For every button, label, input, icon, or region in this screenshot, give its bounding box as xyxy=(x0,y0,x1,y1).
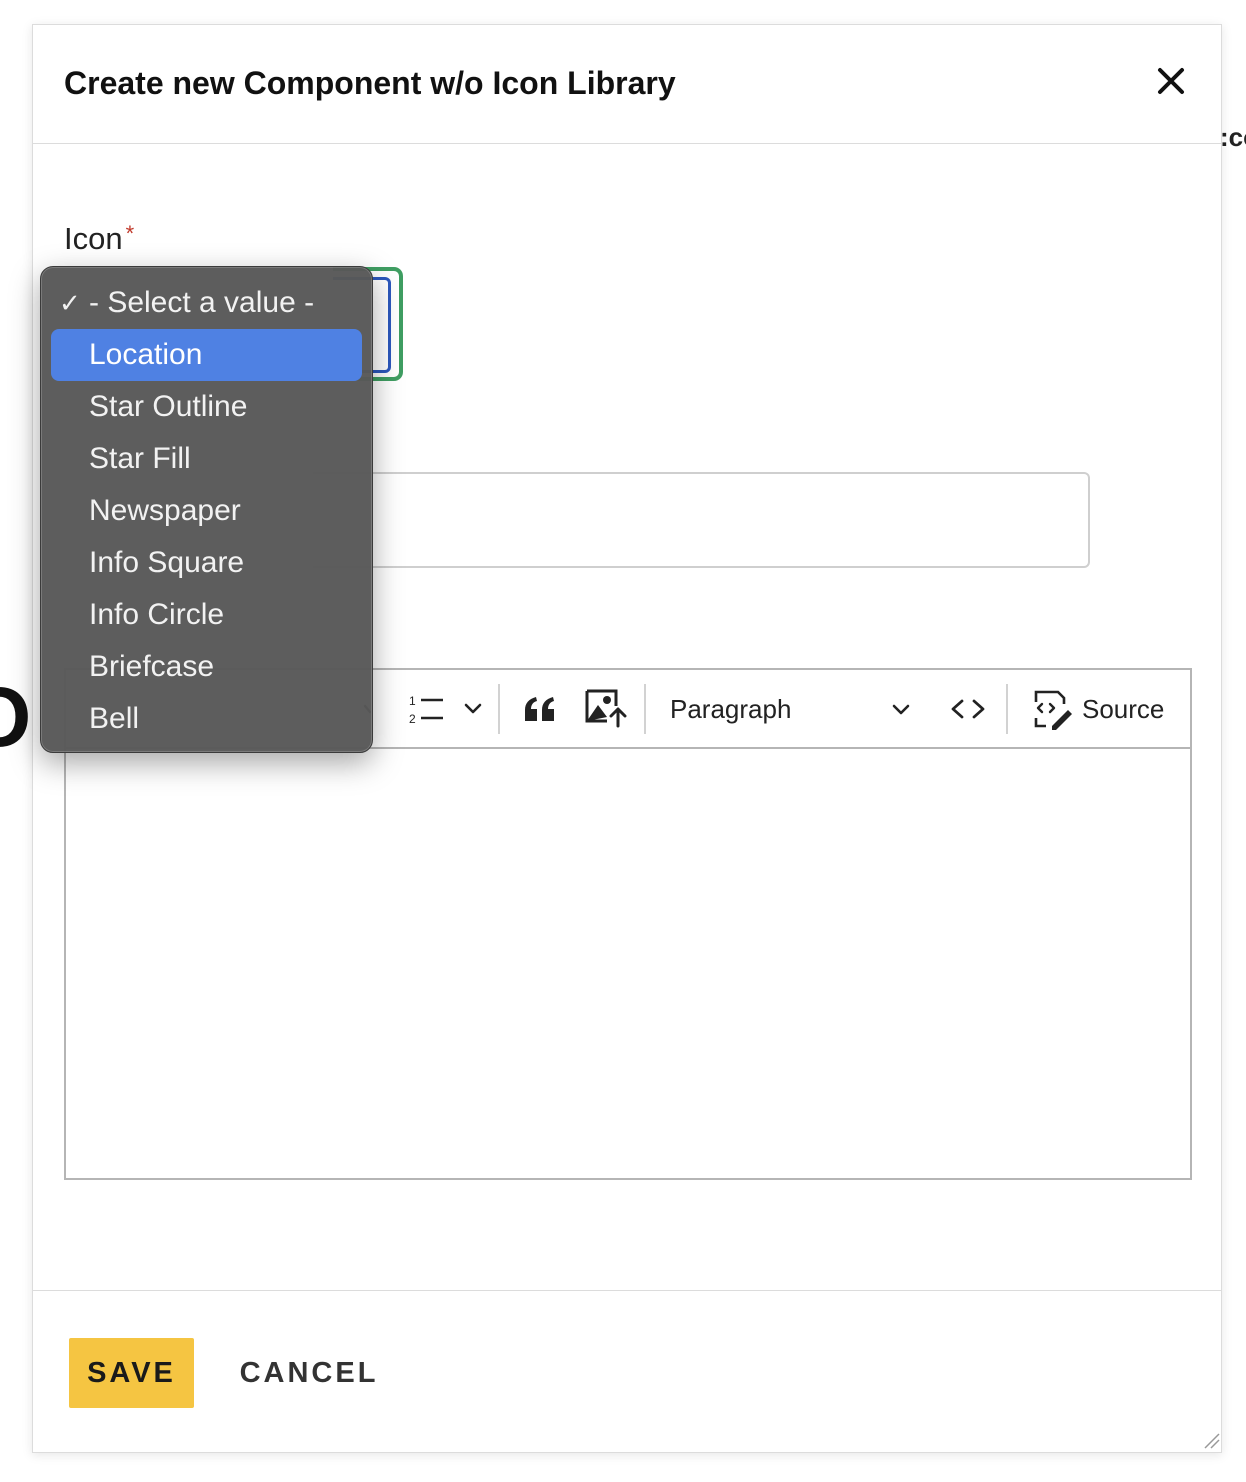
toolbar-separator xyxy=(498,684,500,734)
option-location[interactable]: Location xyxy=(51,329,362,381)
icon-select-dropdown: ✓ - Select a value - Location Star Outli… xyxy=(40,266,373,753)
numbered-list-icon: 1 2 xyxy=(409,694,443,726)
option-label: Star Fill xyxy=(89,442,191,475)
dialog-header: Create new Component w/o Icon Library xyxy=(33,25,1221,144)
option-label: Bell xyxy=(89,702,140,735)
option-bell[interactable]: Bell xyxy=(51,693,362,745)
option-label: - Select a value - xyxy=(89,286,315,319)
option-briefcase[interactable]: Briefcase xyxy=(51,641,362,693)
text-input-field[interactable] xyxy=(313,472,1090,568)
option-label: Star Outline xyxy=(89,390,248,423)
code-block-button[interactable] xyxy=(938,688,998,730)
option-label: Briefcase xyxy=(89,650,215,683)
icon-field-label: Icon * xyxy=(64,221,134,257)
chevron-down-icon xyxy=(464,703,482,714)
resize-grip-icon[interactable] xyxy=(1201,1430,1221,1450)
option-label: Location xyxy=(89,338,203,371)
option-label: Newspaper xyxy=(89,494,241,527)
icon-label-text: Icon xyxy=(64,221,123,256)
option-star-outline[interactable]: Star Outline xyxy=(51,381,362,433)
insert-image-icon xyxy=(585,689,627,728)
source-button[interactable]: Source xyxy=(1026,682,1194,736)
save-button[interactable]: SAVE xyxy=(69,1338,194,1408)
svg-text:1: 1 xyxy=(409,694,416,708)
heading-select-value: Paragraph xyxy=(670,693,792,724)
editor-content-area[interactable] xyxy=(66,749,1190,1178)
checkmark-icon: ✓ xyxy=(59,288,81,318)
source-label: Source xyxy=(1082,693,1165,724)
close-icon xyxy=(1158,68,1184,94)
background-page-text: :co xyxy=(1220,122,1246,152)
svg-text:2: 2 xyxy=(409,712,416,726)
insert-image-button[interactable] xyxy=(578,684,632,732)
numbered-list-options[interactable] xyxy=(458,692,488,726)
dialog-footer: SAVE CANCEL xyxy=(33,1290,1221,1454)
option-info-circle[interactable]: Info Circle xyxy=(51,589,362,641)
code-block-icon xyxy=(951,699,985,719)
block-quote-button[interactable] xyxy=(516,688,564,730)
option-info-square[interactable]: Info Square xyxy=(51,537,362,589)
close-button[interactable] xyxy=(1151,61,1191,101)
option-label: Info Square xyxy=(89,546,245,579)
required-marker: * xyxy=(125,221,135,246)
heading-select[interactable]: Paragraph xyxy=(660,684,922,734)
block-quote-icon xyxy=(525,697,554,721)
chevron-down-icon xyxy=(892,704,910,715)
dialog-title: Create new Component w/o Icon Library xyxy=(64,65,676,101)
cancel-button[interactable]: CANCEL xyxy=(229,1338,389,1408)
numbered-list-button[interactable]: 1 2 xyxy=(402,688,452,730)
option-label: Info Circle xyxy=(89,598,225,631)
option-select-a-value[interactable]: ✓ - Select a value - xyxy=(51,277,362,329)
option-star-fill[interactable]: Star Fill xyxy=(51,433,362,485)
toolbar-separator xyxy=(644,684,646,734)
option-newspaper[interactable]: Newspaper xyxy=(51,485,362,537)
toolbar-separator xyxy=(1006,684,1008,734)
source-icon xyxy=(1034,690,1072,730)
